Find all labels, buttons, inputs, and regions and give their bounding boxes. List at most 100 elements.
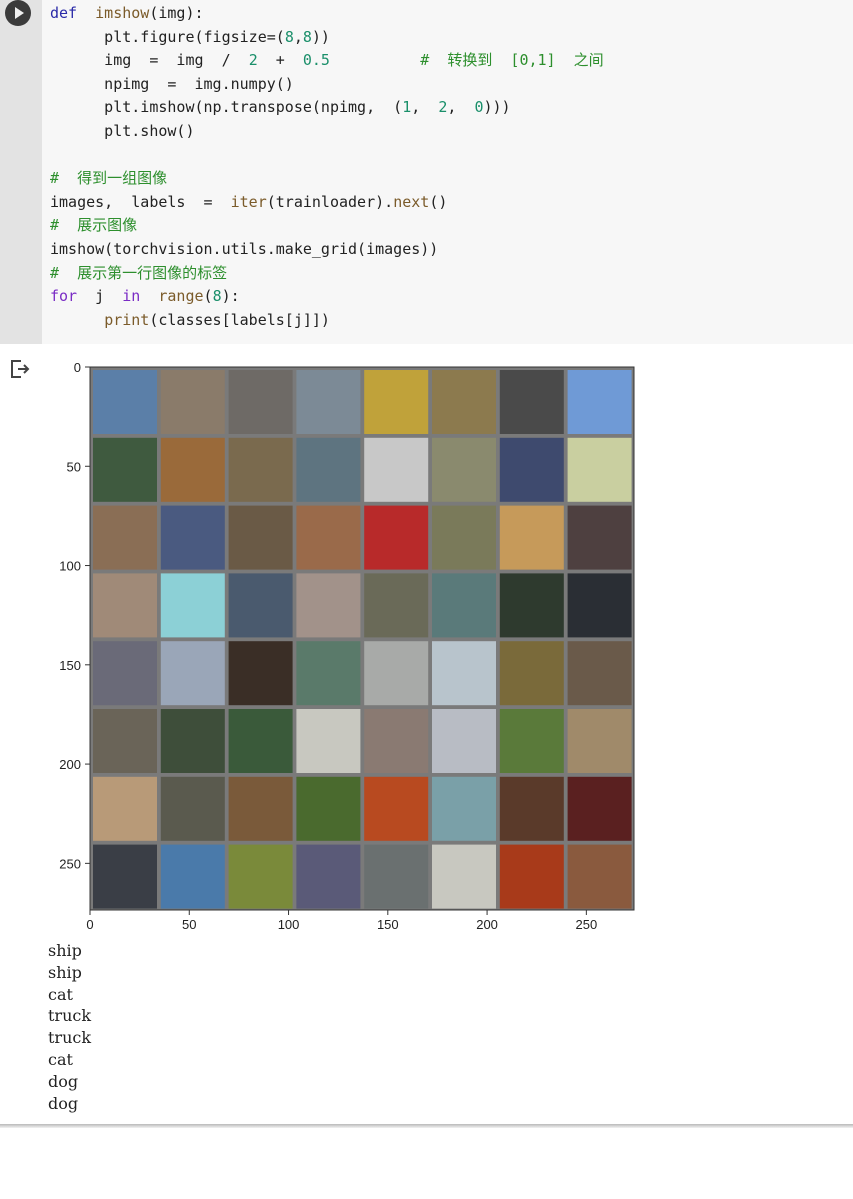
output-line: ship xyxy=(48,962,82,982)
code-line: images, labels = iter(trainloader).next(… xyxy=(50,191,604,215)
image-tile xyxy=(93,573,157,638)
code-token: + xyxy=(257,51,303,70)
x-tick-label: 100 xyxy=(278,917,300,932)
image-tile xyxy=(228,776,293,841)
image-tile xyxy=(160,370,225,434)
output-arrow-icon[interactable] xyxy=(9,358,31,380)
code-token: imshow xyxy=(95,4,150,22)
image-tile xyxy=(296,370,361,434)
image-tile xyxy=(567,776,632,841)
code-line: npimg = img.numpy() xyxy=(50,73,604,97)
code-token: iter xyxy=(230,192,267,211)
image-tile xyxy=(228,437,293,502)
run-cell-button[interactable] xyxy=(5,0,31,26)
image-tile xyxy=(364,573,429,638)
image-tile xyxy=(499,370,564,434)
image-tile xyxy=(567,505,632,570)
code-token: images, labels = xyxy=(50,192,231,211)
output-line: truck xyxy=(48,1028,92,1048)
code-token: 1 xyxy=(402,98,412,117)
image-tile xyxy=(567,641,632,706)
image-tile xyxy=(499,776,564,841)
y-axis: 0 50 100 150 200 250 xyxy=(59,360,90,871)
y-tick-label: 250 xyxy=(59,856,81,871)
code-cell[interactable]: def imshow(img): plt.figure(figsize=(8,8… xyxy=(0,0,853,344)
image-tile xyxy=(499,641,564,706)
image-tile xyxy=(364,505,429,570)
image-tile xyxy=(93,641,157,706)
code-token: # 展示图像 xyxy=(50,216,138,235)
output-line: cat xyxy=(48,1049,73,1069)
image-tile xyxy=(93,505,157,570)
output-line: dog xyxy=(48,1093,79,1113)
image-tile xyxy=(228,709,293,773)
image-tile xyxy=(364,370,429,434)
y-tick-label: 50 xyxy=(67,459,81,474)
code-token: # 展示第一行图像的标签 xyxy=(50,263,228,282)
image-tile xyxy=(296,641,361,706)
image-tile xyxy=(499,437,564,502)
image-tile xyxy=(432,505,496,570)
code-token: (trainloader). xyxy=(266,192,394,211)
code-line: # 得到一组图像 xyxy=(50,167,604,191)
code-line: img = img / 2 + 0.5 # 转换到 [0,1] 之间 xyxy=(50,49,603,73)
code-token: , xyxy=(293,27,303,46)
y-tick-label: 200 xyxy=(59,757,81,772)
image-tile xyxy=(499,505,564,570)
y-tick-label: 100 xyxy=(59,559,81,574)
image-tile xyxy=(160,505,225,570)
x-axis: 0 50 100 150 200 250 xyxy=(86,910,597,932)
code-token: plt.figure(figsize=( xyxy=(50,27,285,46)
image-tile xyxy=(160,776,225,841)
image-tile xyxy=(93,776,157,841)
image-tile xyxy=(432,844,496,909)
image-tile xyxy=(567,844,632,909)
code-line: for j in range(8): xyxy=(50,285,604,309)
code-token: range xyxy=(158,287,204,306)
code-line: imshow(torchvision.utils.make_grid(image… xyxy=(50,238,604,262)
image-tile xyxy=(160,573,225,638)
code-line: plt.show() xyxy=(50,120,604,144)
cell-bottom-divider xyxy=(0,1124,853,1128)
image-tile xyxy=(567,573,632,638)
image-tile xyxy=(567,709,632,773)
image-tile xyxy=(296,709,361,773)
code-token: 8 xyxy=(284,27,294,46)
x-tick-label: 150 xyxy=(377,917,399,932)
x-tick-label: 200 xyxy=(476,917,498,932)
output-line: ship xyxy=(48,941,82,960)
cell-gutter xyxy=(0,0,42,344)
code-token: ( xyxy=(203,287,213,306)
code-token: for xyxy=(50,287,78,306)
code-token: , xyxy=(447,98,475,117)
image-tile xyxy=(296,844,361,909)
image-tile xyxy=(228,844,293,909)
x-tick-label: 50 xyxy=(182,917,196,932)
image-tile xyxy=(296,437,361,502)
image-tile xyxy=(432,641,496,706)
image-tile xyxy=(296,776,361,841)
code-token: 0.5 xyxy=(302,51,330,70)
code-token: 2 xyxy=(438,98,448,117)
code-editor[interactable]: def imshow(img): plt.figure(figsize=(8,8… xyxy=(50,2,604,332)
image-tile xyxy=(160,437,225,502)
image-tile xyxy=(432,776,496,841)
image-tile xyxy=(567,370,632,434)
image-tile xyxy=(499,709,564,773)
code-token: in xyxy=(122,287,141,306)
code-token: img = img / xyxy=(50,51,249,70)
image-tile xyxy=(296,505,361,570)
image-tile xyxy=(432,573,496,638)
code-line: # 展示第一行图像的标签 xyxy=(50,262,604,286)
code-token: , xyxy=(411,98,439,117)
image-tile xyxy=(364,776,429,841)
code-line: plt.imshow(np.transpose(npimg, (1, 2, 0)… xyxy=(50,96,604,120)
image-tile xyxy=(364,641,429,706)
image-tile xyxy=(432,370,496,434)
image-tile xyxy=(432,709,496,773)
code-token: npimg = img.numpy() xyxy=(50,74,294,93)
image-tile xyxy=(228,370,293,434)
